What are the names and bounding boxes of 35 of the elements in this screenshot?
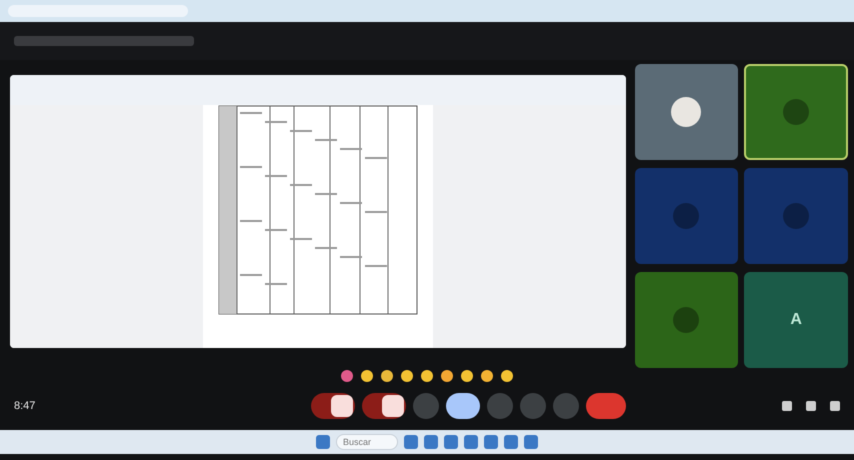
reaction-icon[interactable] xyxy=(361,370,373,382)
avatar-icon xyxy=(783,99,810,125)
search-field[interactable]: Buscar xyxy=(336,434,398,450)
reaction-icon[interactable] xyxy=(481,370,493,382)
taskbar-app-icon[interactable] xyxy=(464,435,478,449)
avatar-icon xyxy=(673,203,700,229)
participant-tile[interactable] xyxy=(634,168,738,264)
participant-tile[interactable] xyxy=(634,272,738,368)
camera-button[interactable] xyxy=(362,393,406,419)
taskbar-app-icon[interactable] xyxy=(504,435,518,449)
reaction-icon[interactable] xyxy=(341,370,353,382)
reaction-icon[interactable] xyxy=(441,370,453,382)
reaction-icon[interactable] xyxy=(421,370,433,382)
taskbar-app-icon[interactable] xyxy=(404,435,418,449)
end-call-button[interactable] xyxy=(586,393,626,419)
participant-tile[interactable]: A xyxy=(744,272,848,368)
taskbar-app-icon[interactable] xyxy=(524,435,538,449)
mic-button[interactable] xyxy=(311,393,355,419)
taskbar-app-icon[interactable] xyxy=(444,435,458,449)
avatar-icon xyxy=(673,307,700,333)
reaction-icon[interactable] xyxy=(381,370,393,382)
reaction-icon[interactable] xyxy=(501,370,513,382)
participant-tile[interactable] xyxy=(744,64,848,160)
participant-tile[interactable] xyxy=(744,168,848,264)
reaction-icon[interactable] xyxy=(461,370,473,382)
avatar-icon xyxy=(783,203,810,229)
start-icon[interactable] xyxy=(316,435,330,449)
participant-tile[interactable] xyxy=(634,64,738,160)
meeting-time: 8:47 xyxy=(14,400,36,412)
emoji-button[interactable] xyxy=(446,393,480,419)
taskbar-app-icon[interactable] xyxy=(484,435,498,449)
photo-placeholder xyxy=(671,97,702,127)
taskbar-app-icon[interactable] xyxy=(424,435,438,449)
avatar-letter: A xyxy=(790,311,802,329)
reaction-icon[interactable] xyxy=(401,370,413,382)
